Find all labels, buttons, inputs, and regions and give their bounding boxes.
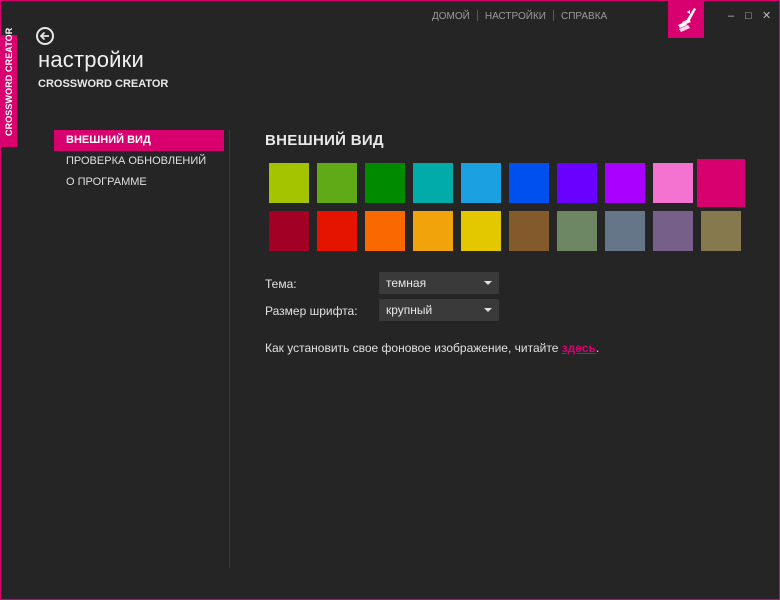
nav-help-link[interactable]: СПРАВКА <box>561 11 607 22</box>
theme-select[interactable]: темная <box>379 272 499 294</box>
font-size-select-value: крупный <box>386 303 433 317</box>
minimize-button[interactable]: – <box>728 9 734 23</box>
panel-divider <box>229 130 230 568</box>
color-swatch[interactable] <box>653 211 693 251</box>
back-arrow-icon <box>39 31 49 41</box>
back-button[interactable] <box>36 27 54 45</box>
sidebar-item-updates[interactable]: ПРОВЕРКА ОБНОВЛЕНИЙ <box>54 151 224 172</box>
page-title: настройки <box>38 47 144 72</box>
top-navigation: ДОМОЙ НАСТРОЙКИ СПРАВКА <box>432 10 607 22</box>
color-swatch[interactable] <box>701 211 741 251</box>
crossword-logo-icon <box>678 8 696 32</box>
nav-settings-link[interactable]: НАСТРОЙКИ <box>485 11 546 22</box>
sidebar-item-about[interactable]: О ПРОГРАММЕ <box>54 172 224 193</box>
color-swatch[interactable] <box>509 211 549 251</box>
nav-separator <box>552 10 554 21</box>
section-title: ВНЕШНИЙ ВИД <box>265 132 384 149</box>
nav-home-link[interactable]: ДОМОЙ <box>432 11 470 22</box>
color-swatch[interactable] <box>413 211 453 251</box>
color-swatch[interactable] <box>605 211 645 251</box>
color-swatch[interactable] <box>605 163 645 203</box>
background-info-text: Как установить свое фоновое изображение,… <box>265 341 599 355</box>
app-logo <box>668 1 704 38</box>
nav-separator <box>476 10 478 21</box>
color-swatch[interactable] <box>413 163 453 203</box>
color-swatch[interactable] <box>365 211 405 251</box>
side-app-tab: CROSSWORD CREATOR <box>1 27 17 147</box>
color-swatch[interactable] <box>557 163 597 203</box>
color-swatch[interactable] <box>269 211 309 251</box>
chevron-down-icon <box>484 281 492 285</box>
side-tab-label: CROSSWORD CREATOR <box>4 27 14 136</box>
color-swatch[interactable] <box>509 163 549 203</box>
color-swatch[interactable] <box>365 163 405 203</box>
font-size-select[interactable]: крупный <box>379 299 499 321</box>
color-swatch[interactable] <box>317 211 357 251</box>
theme-select-value: темная <box>386 276 427 290</box>
maximize-button[interactable]: □ <box>745 9 752 23</box>
color-swatch[interactable] <box>461 163 501 203</box>
color-swatch[interactable] <box>269 163 309 203</box>
app-window: CROSSWORD CREATOR ДОМОЙ НАСТРОЙКИ СПРАВКА … <box>0 0 780 600</box>
color-swatch[interactable] <box>653 163 693 203</box>
info-end: . <box>595 341 600 355</box>
font-size-label: Размер шрифта: <box>265 304 358 318</box>
chevron-down-icon <box>484 308 492 312</box>
theme-label: Тема: <box>265 277 297 291</box>
sidebar-item-appearance[interactable]: ВНЕШНИЙ ВИД <box>54 130 224 151</box>
color-swatch[interactable] <box>317 163 357 203</box>
app-name: CROSSWORD CREATOR <box>38 78 169 90</box>
color-swatch[interactable] <box>557 211 597 251</box>
settings-sidebar: ВНЕШНИЙ ВИД ПРОВЕРКА ОБНОВЛЕНИЙ О ПРОГРА… <box>54 130 224 193</box>
color-swatch[interactable] <box>461 211 501 251</box>
color-swatch[interactable] <box>697 159 745 207</box>
info-link[interactable]: здесь <box>562 341 596 355</box>
close-button[interactable]: ✕ <box>762 9 771 23</box>
info-text: Как установить свое фоновое изображение,… <box>265 341 562 355</box>
